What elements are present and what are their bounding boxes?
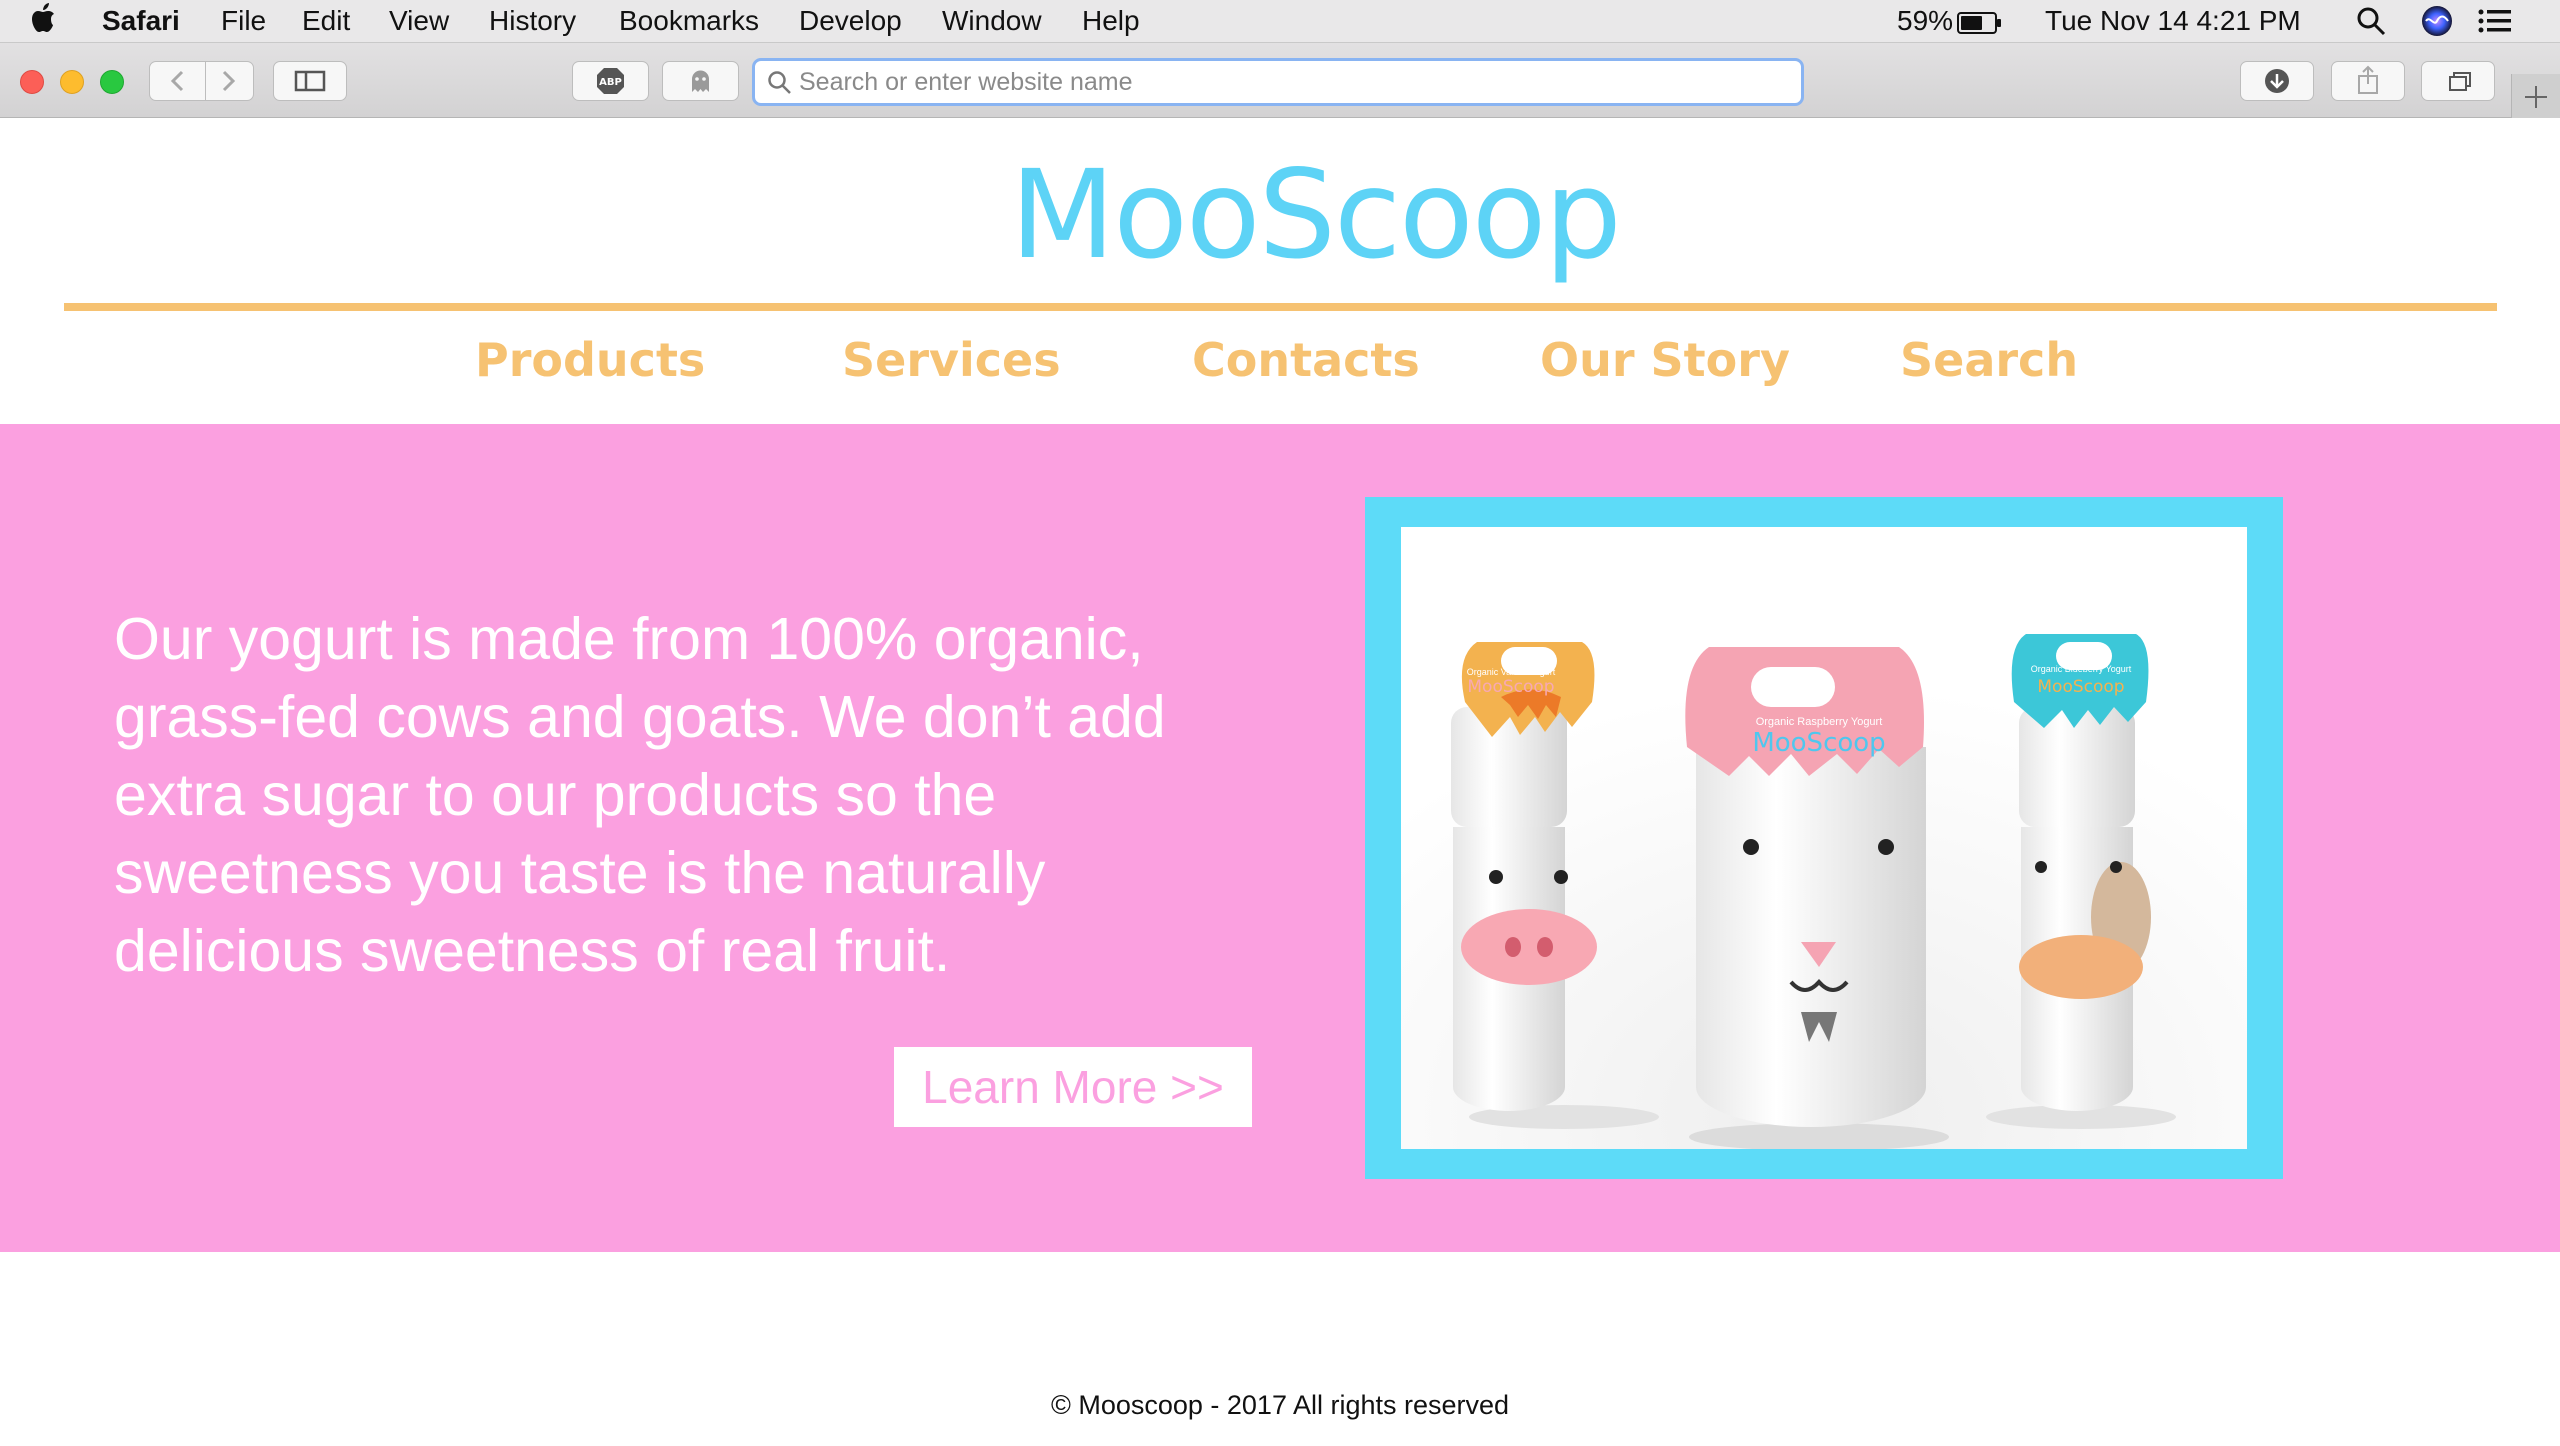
svg-text:Organic Blueberry Yogurt: Organic Blueberry Yogurt [2031,664,2132,674]
menu-window[interactable]: Window [942,4,1042,38]
footer-copyright: © Mooscoop - 2017 All rights reserved [1050,1390,1510,1420]
siri-icon[interactable] [2421,5,2453,45]
svg-text:MooScoop: MooScoop [1752,728,1885,758]
forward-button[interactable] [205,61,254,101]
battery-percent[interactable]: 59% [1897,4,1953,38]
close-window-button[interactable] [20,70,44,94]
tabs-icon [2449,72,2471,91]
menu-help[interactable]: Help [1082,4,1140,38]
nav-search[interactable]: Search [1900,330,2078,390]
share-button[interactable] [2331,61,2405,101]
svg-text:MooScoop: MooScoop [1467,677,1554,697]
new-tab-button[interactable] [2511,74,2560,118]
hero-text: Our yogurt is made from 100% organic, gr… [114,606,1166,984]
apple-icon[interactable] [30,2,56,42]
ghostery-icon [692,70,709,92]
notification-center-icon[interactable] [2478,8,2512,42]
svg-text:Organic Vanilla Yogurt: Organic Vanilla Yogurt [1467,667,1556,677]
menu-view[interactable]: View [389,4,449,38]
sidebar-icon [294,70,326,92]
adblock-icon: ABP [597,68,624,94]
svg-text:ABP: ABP [599,77,622,88]
spotlight-icon[interactable] [2356,6,2386,44]
sidebar-button[interactable] [273,61,347,101]
raspberry-yogurt-jar: Organic Raspberry Yogurt MooScoop [1685,647,1949,1149]
menu-bookmarks[interactable]: Bookmarks [619,4,759,38]
address-bar[interactable] [752,58,1804,106]
forward-icon [222,70,236,92]
svg-text:MooScoop: MooScoop [2037,677,2124,697]
menu-edit[interactable]: Edit [302,4,350,38]
ghostery-button[interactable] [662,61,739,101]
adblock-button[interactable]: ABP [572,61,649,101]
learn-more-button[interactable]: Learn More >> [894,1047,1252,1127]
header-divider [64,303,2497,311]
minimize-window-button[interactable] [60,70,84,94]
menu-file[interactable]: File [221,4,266,38]
new-tab-icon [2525,86,2547,108]
download-icon [2265,69,2289,93]
menu-history[interactable]: History [489,4,576,38]
battery-icon[interactable] [1957,9,2003,43]
app-menu-safari[interactable]: Safari [102,4,180,38]
menubar-clock[interactable]: Tue Nov 14 4:21 PM [2045,4,2301,38]
menu-develop[interactable]: Develop [799,4,902,38]
share-icon [2358,65,2378,94]
product-photo: Organic Vanilla Yogurt MooScoop Organic … [1401,527,2247,1149]
tab-overview-button[interactable] [2421,61,2495,101]
zoom-window-button[interactable] [100,70,124,94]
nav-products[interactable]: Products [475,330,705,390]
url-input[interactable] [799,65,1779,99]
nav-contacts[interactable]: Contacts [1192,330,1420,390]
search-icon [768,71,791,94]
nav-services[interactable]: Services [842,330,1061,390]
back-button[interactable] [149,61,206,101]
back-icon [170,70,184,92]
downloads-button[interactable] [2240,61,2314,101]
nav-our-story[interactable]: Our Story [1540,330,1790,390]
svg-text:Organic Raspberry Yogurt: Organic Raspberry Yogurt [1756,716,1883,728]
menu-bar: Safari File Edit View History Bookmarks … [0,0,2560,43]
site-logo[interactable]: MooScoop [1010,150,1622,280]
